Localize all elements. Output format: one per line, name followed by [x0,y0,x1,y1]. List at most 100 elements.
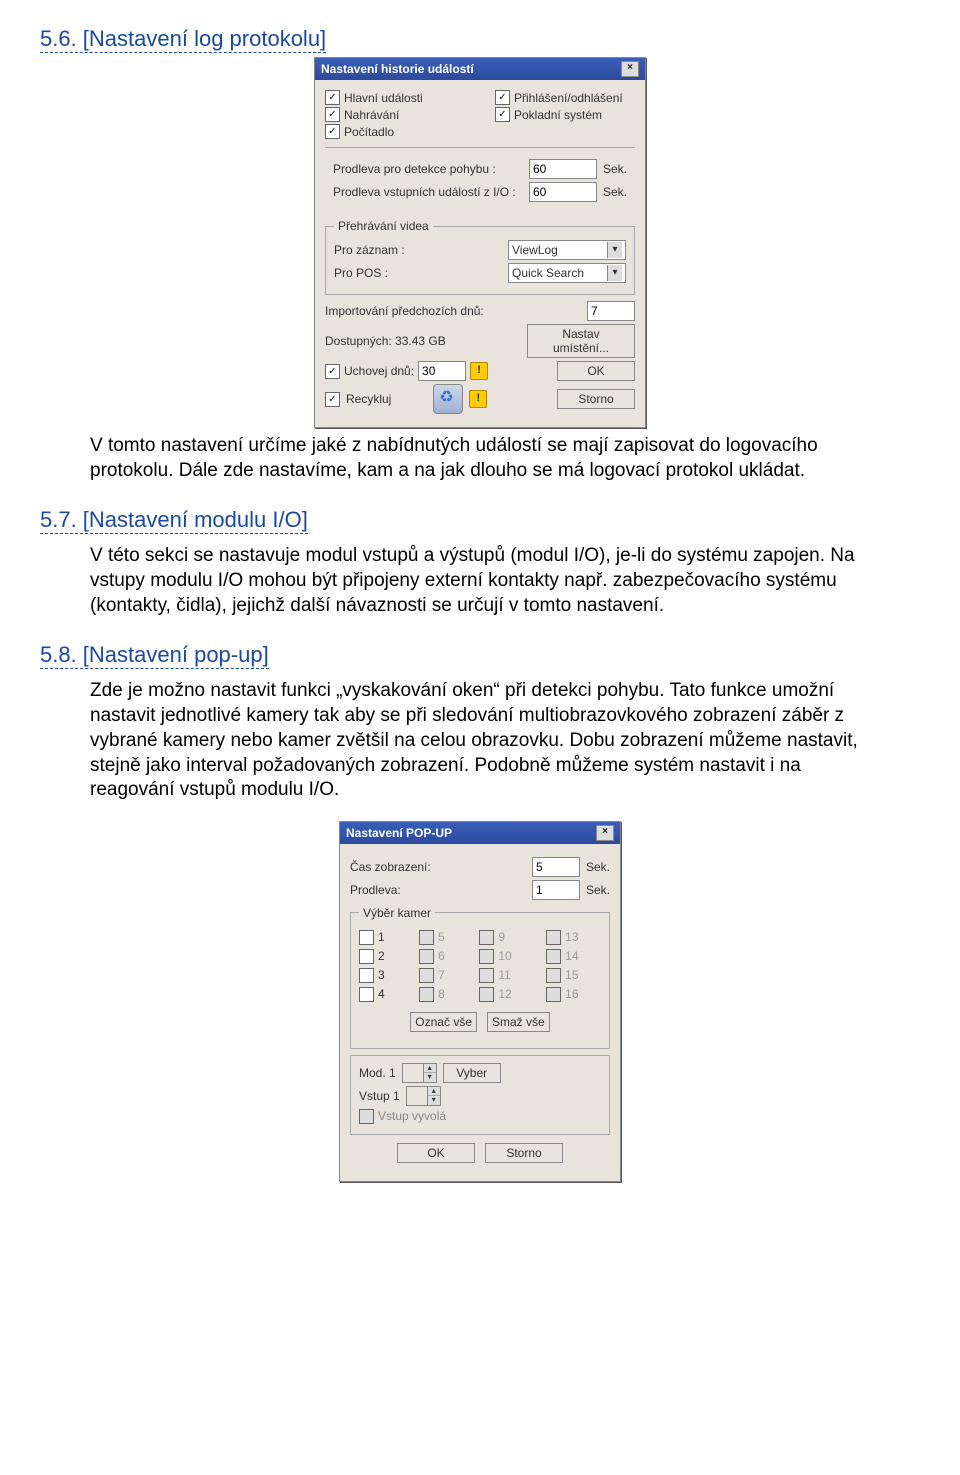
dialog-title-text: Nastavení POP-UP [346,826,452,840]
select-value: ViewLog [512,243,558,257]
input-prodleva-io[interactable] [529,182,597,202]
label-import: Importování předchozích dnů: [325,304,581,318]
select-pro-pos[interactable]: Quick Search ▾ [508,263,626,283]
checkbox-uchovej[interactable]: ✓ [325,364,340,379]
checkbox-hlavni[interactable]: ✓ [325,90,340,105]
dialog-title-bar: Nastavení historie událostí × [315,58,645,80]
spinner-mod[interactable]: ▴▾ [402,1063,437,1083]
checkbox-icon [546,968,561,983]
camera-checkbox-4[interactable]: 4 [359,987,407,1002]
checkbox-pokladni[interactable]: ✓ [495,107,510,122]
camera-number-label: 2 [378,949,385,963]
chevron-down-icon: ▾ [607,242,622,258]
camera-number-label: 1 [378,930,385,944]
label-cas-zobrazeni: Čas zobrazení: [350,860,526,874]
legend-prehravani: Přehrávání videa [334,219,433,233]
dialog-popup-settings: Nastavení POP-UP × Čas zobrazení: Sek. P… [339,821,621,1182]
group-mod-vstup: Mod. 1 ▴▾ Vyber Vstup 1 ▴▾ Vstup vyvolá [350,1055,610,1135]
camera-checkbox-6: 6 [419,949,467,964]
camera-checkbox-3[interactable]: 3 [359,968,407,983]
camera-checkbox-8: 8 [419,987,467,1002]
ok-button[interactable]: OK [397,1143,475,1163]
camera-checkbox-1[interactable]: 1 [359,930,407,945]
section-5-8-heading: 5.8. [Nastavení pop-up] [40,642,269,669]
dialog-body: Čas zobrazení: Sek. Prodleva: Sek. Výběr… [340,844,620,1181]
label-mod1: Mod. 1 [359,1066,396,1080]
checkbox-label: Pokladní systém [514,108,602,122]
checkbox-icon [419,930,434,945]
checkbox-icon [479,930,494,945]
spinner-vstup[interactable]: ▴▾ [406,1086,441,1106]
ok-button[interactable]: OK [557,361,635,381]
storno-button[interactable]: Storno [485,1143,563,1163]
dialog-body: ✓Hlavní události ✓Nahrávání ✓Počítadlo ✓… [315,80,645,427]
camera-checkbox-13: 13 [546,930,601,945]
camera-checkbox-2[interactable]: 2 [359,949,407,964]
input-cas[interactable] [532,857,580,877]
checkbox-icon [479,949,494,964]
camera-number-label: 5 [438,930,445,944]
checkbox-label: Nahrávání [344,108,399,122]
checkbox-icon[interactable] [359,930,374,945]
label-pro-pos: Pro POS : [334,266,502,280]
close-icon[interactable]: × [621,61,639,77]
checkbox-icon [479,968,494,983]
input-prodleva-pohybu[interactable] [529,159,597,179]
input-import-days[interactable] [587,301,635,321]
checkbox-icon [546,949,561,964]
checkbox-label: Přihlášení/odhlášení [514,91,623,105]
label-prodleva: Prodleva: [350,883,526,897]
section-5-7-heading: 5.7. [Nastavení modulu I/O] [40,507,308,534]
camera-number-label: 9 [498,930,505,944]
camera-number-label: 12 [498,987,511,1001]
checkbox-icon[interactable] [359,987,374,1002]
label-vstup1: Vstup 1 [359,1089,400,1103]
dialog-history-settings: Nastavení historie událostí × ✓Hlavní ud… [314,57,646,428]
camera-number-label: 4 [378,987,385,1001]
checkbox-icon [419,949,434,964]
button-oznac-vse[interactable]: Označ vše [410,1012,477,1032]
warning-icon: ! [470,362,488,380]
camera-checkbox-9: 9 [479,930,534,945]
checkbox-icon [419,968,434,983]
button-nastav-umisteni[interactable]: Nastav umístění... [527,324,635,358]
label-recykluj: Recykluj [346,392,391,406]
recycle-bin-icon [433,384,463,414]
input-uchovej-days[interactable] [418,361,466,381]
checkbox-icon [546,930,561,945]
camera-number-label: 11 [498,968,510,982]
group-vyber-kamer: Výběr kamer 15913261014371115481216 Ozna… [350,906,610,1049]
section-5-6-heading: 5.6. [Nastavení log protokolu] [40,26,326,53]
select-pro-zaznam[interactable]: ViewLog ▾ [508,240,626,260]
checkbox-pocitadlo[interactable]: ✓ [325,124,340,139]
checkbox-nahravani[interactable]: ✓ [325,107,340,122]
camera-checkbox-11: 11 [479,968,534,983]
checkbox-prihlaseni[interactable]: ✓ [495,90,510,105]
checkbox-label: Počítadlo [344,125,394,139]
close-icon[interactable]: × [596,825,614,841]
camera-checkbox-7: 7 [419,968,467,983]
label-prodleva-pohybu: Prodleva pro detekce pohybu : [333,162,523,176]
paragraph-5-8: Zde je možno nastavit funkci „vyskakován… [90,679,890,802]
label-pro-zaznam: Pro záznam : [334,243,502,257]
label-uchovej: Uchovej dnů: [344,364,414,378]
warning-icon: ! [469,390,487,408]
storno-button[interactable]: Storno [557,389,635,409]
camera-checkbox-14: 14 [546,949,601,964]
paragraph-5-6: V tomto nastavení určíme jaké z nabídnut… [90,434,890,483]
checkbox-icon [479,987,494,1002]
paragraph-5-7: V této sekci se nastavuje modul vstupů a… [90,544,890,618]
label-vstup-vyvola: Vstup vyvolá [378,1109,446,1123]
button-vyber[interactable]: Vyber [443,1063,501,1083]
button-smaz-vse[interactable]: Smaž vše [487,1012,550,1032]
camera-number-label: 15 [565,968,578,982]
checkbox-icon [419,987,434,1002]
checkbox-icon[interactable] [359,968,374,983]
label-prodleva-io: Prodleva vstupních událostí z I/O : [333,185,523,199]
camera-checkbox-10: 10 [479,949,534,964]
unit-sek: Sek. [603,162,627,176]
checkbox-icon[interactable] [359,949,374,964]
checkbox-recykluj[interactable]: ✓ [325,392,340,407]
input-prodleva[interactable] [532,880,580,900]
camera-number-label: 13 [565,930,578,944]
